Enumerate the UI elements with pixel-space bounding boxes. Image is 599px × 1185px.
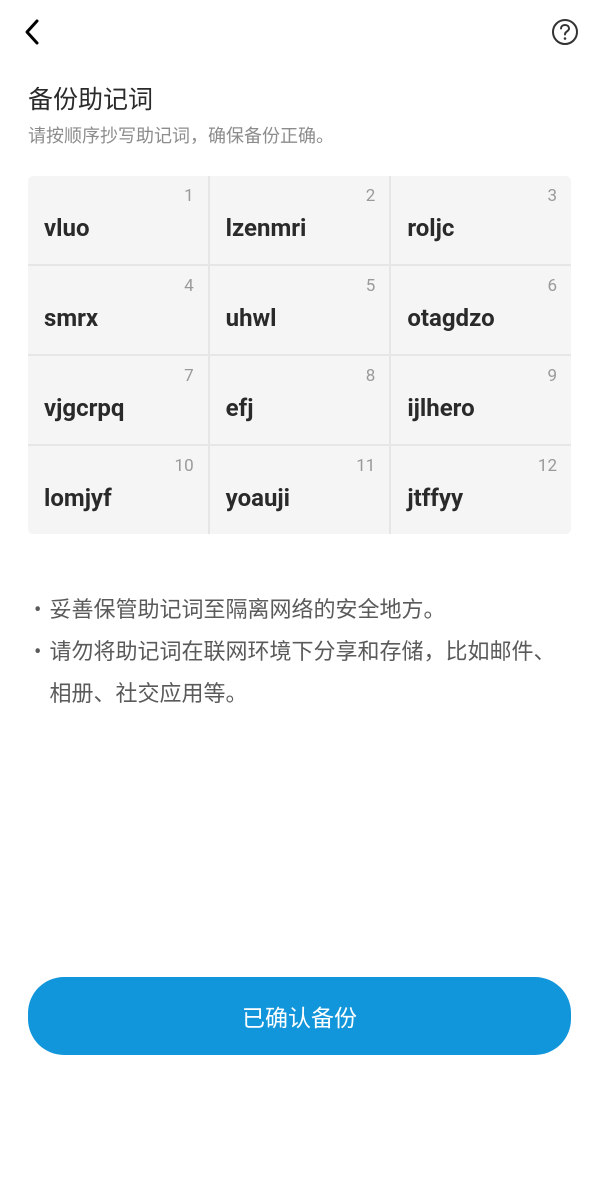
tip-item: • 妥善保管助记词至隔离网络的安全地方。 bbox=[30, 590, 569, 632]
tips-list: • 妥善保管助记词至隔离网络的安全地方。 • 请勿将助记词在联网环境下分享和存储… bbox=[28, 590, 571, 715]
mnemonic-word: roljc bbox=[407, 214, 555, 242]
mnemonic-word: jtffyy bbox=[407, 484, 555, 512]
mnemonic-cell: 3 roljc bbox=[391, 176, 571, 264]
mnemonic-number: 1 bbox=[184, 186, 194, 206]
mnemonic-number: 10 bbox=[175, 456, 194, 476]
mnemonic-number: 11 bbox=[356, 456, 375, 476]
tip-item: • 请勿将助记词在联网环境下分享和存储，比如邮件、相册、社交应用等。 bbox=[30, 632, 569, 716]
mnemonic-cell: 11 yoauji bbox=[210, 446, 390, 534]
mnemonic-cell: 9 ijlhero bbox=[391, 356, 571, 444]
mnemonic-word: uhwl bbox=[226, 304, 374, 332]
help-icon[interactable] bbox=[551, 18, 579, 46]
content: 备份助记词 请按顺序抄写助记词，确保备份正确。 1 vluo 2 lzenmri… bbox=[0, 64, 599, 977]
mnemonic-grid: 1 vluo 2 lzenmri 3 roljc 4 smrx 5 uhwl 6… bbox=[28, 176, 571, 534]
mnemonic-cell: 1 vluo bbox=[28, 176, 208, 264]
mnemonic-word: efj bbox=[226, 394, 374, 422]
mnemonic-cell: 12 jtffyy bbox=[391, 446, 571, 534]
mnemonic-word: yoauji bbox=[226, 484, 374, 512]
mnemonic-word: ijlhero bbox=[407, 394, 555, 422]
mnemonic-word: otagdzo bbox=[407, 304, 555, 332]
bullet-icon: • bbox=[34, 632, 41, 716]
page-subtitle: 请按顺序抄写助记词，确保备份正确。 bbox=[28, 122, 571, 148]
bullet-icon: • bbox=[34, 590, 41, 632]
mnemonic-cell: 7 vjgcrpq bbox=[28, 356, 208, 444]
mnemonic-number: 12 bbox=[538, 456, 557, 476]
mnemonic-number: 2 bbox=[366, 186, 376, 206]
mnemonic-number: 5 bbox=[366, 276, 376, 296]
tip-text: 请勿将助记词在联网环境下分享和存储，比如邮件、相册、社交应用等。 bbox=[49, 632, 569, 716]
mnemonic-word: vjgcrpq bbox=[44, 394, 192, 422]
spacer bbox=[28, 715, 571, 977]
mnemonic-cell: 6 otagdzo bbox=[391, 266, 571, 354]
mnemonic-word: vluo bbox=[44, 214, 192, 242]
page-title: 备份助记词 bbox=[28, 80, 571, 116]
confirm-backup-button[interactable]: 已确认备份 bbox=[28, 977, 571, 1055]
mnemonic-cell: 8 efj bbox=[210, 356, 390, 444]
mnemonic-number: 3 bbox=[547, 186, 557, 206]
tip-text: 妥善保管助记词至隔离网络的安全地方。 bbox=[49, 590, 569, 632]
mnemonic-cell: 10 lomjyf bbox=[28, 446, 208, 534]
mnemonic-number: 7 bbox=[184, 366, 194, 386]
header bbox=[0, 0, 599, 64]
mnemonic-cell: 4 smrx bbox=[28, 266, 208, 354]
mnemonic-word: lzenmri bbox=[226, 214, 374, 242]
mnemonic-number: 6 bbox=[547, 276, 557, 296]
mnemonic-cell: 2 lzenmri bbox=[210, 176, 390, 264]
mnemonic-word: lomjyf bbox=[44, 484, 192, 512]
mnemonic-number: 4 bbox=[184, 276, 194, 296]
back-icon[interactable] bbox=[20, 20, 44, 44]
mnemonic-cell: 5 uhwl bbox=[210, 266, 390, 354]
mnemonic-word: smrx bbox=[44, 304, 192, 332]
mnemonic-number: 8 bbox=[366, 366, 376, 386]
mnemonic-number: 9 bbox=[547, 366, 557, 386]
